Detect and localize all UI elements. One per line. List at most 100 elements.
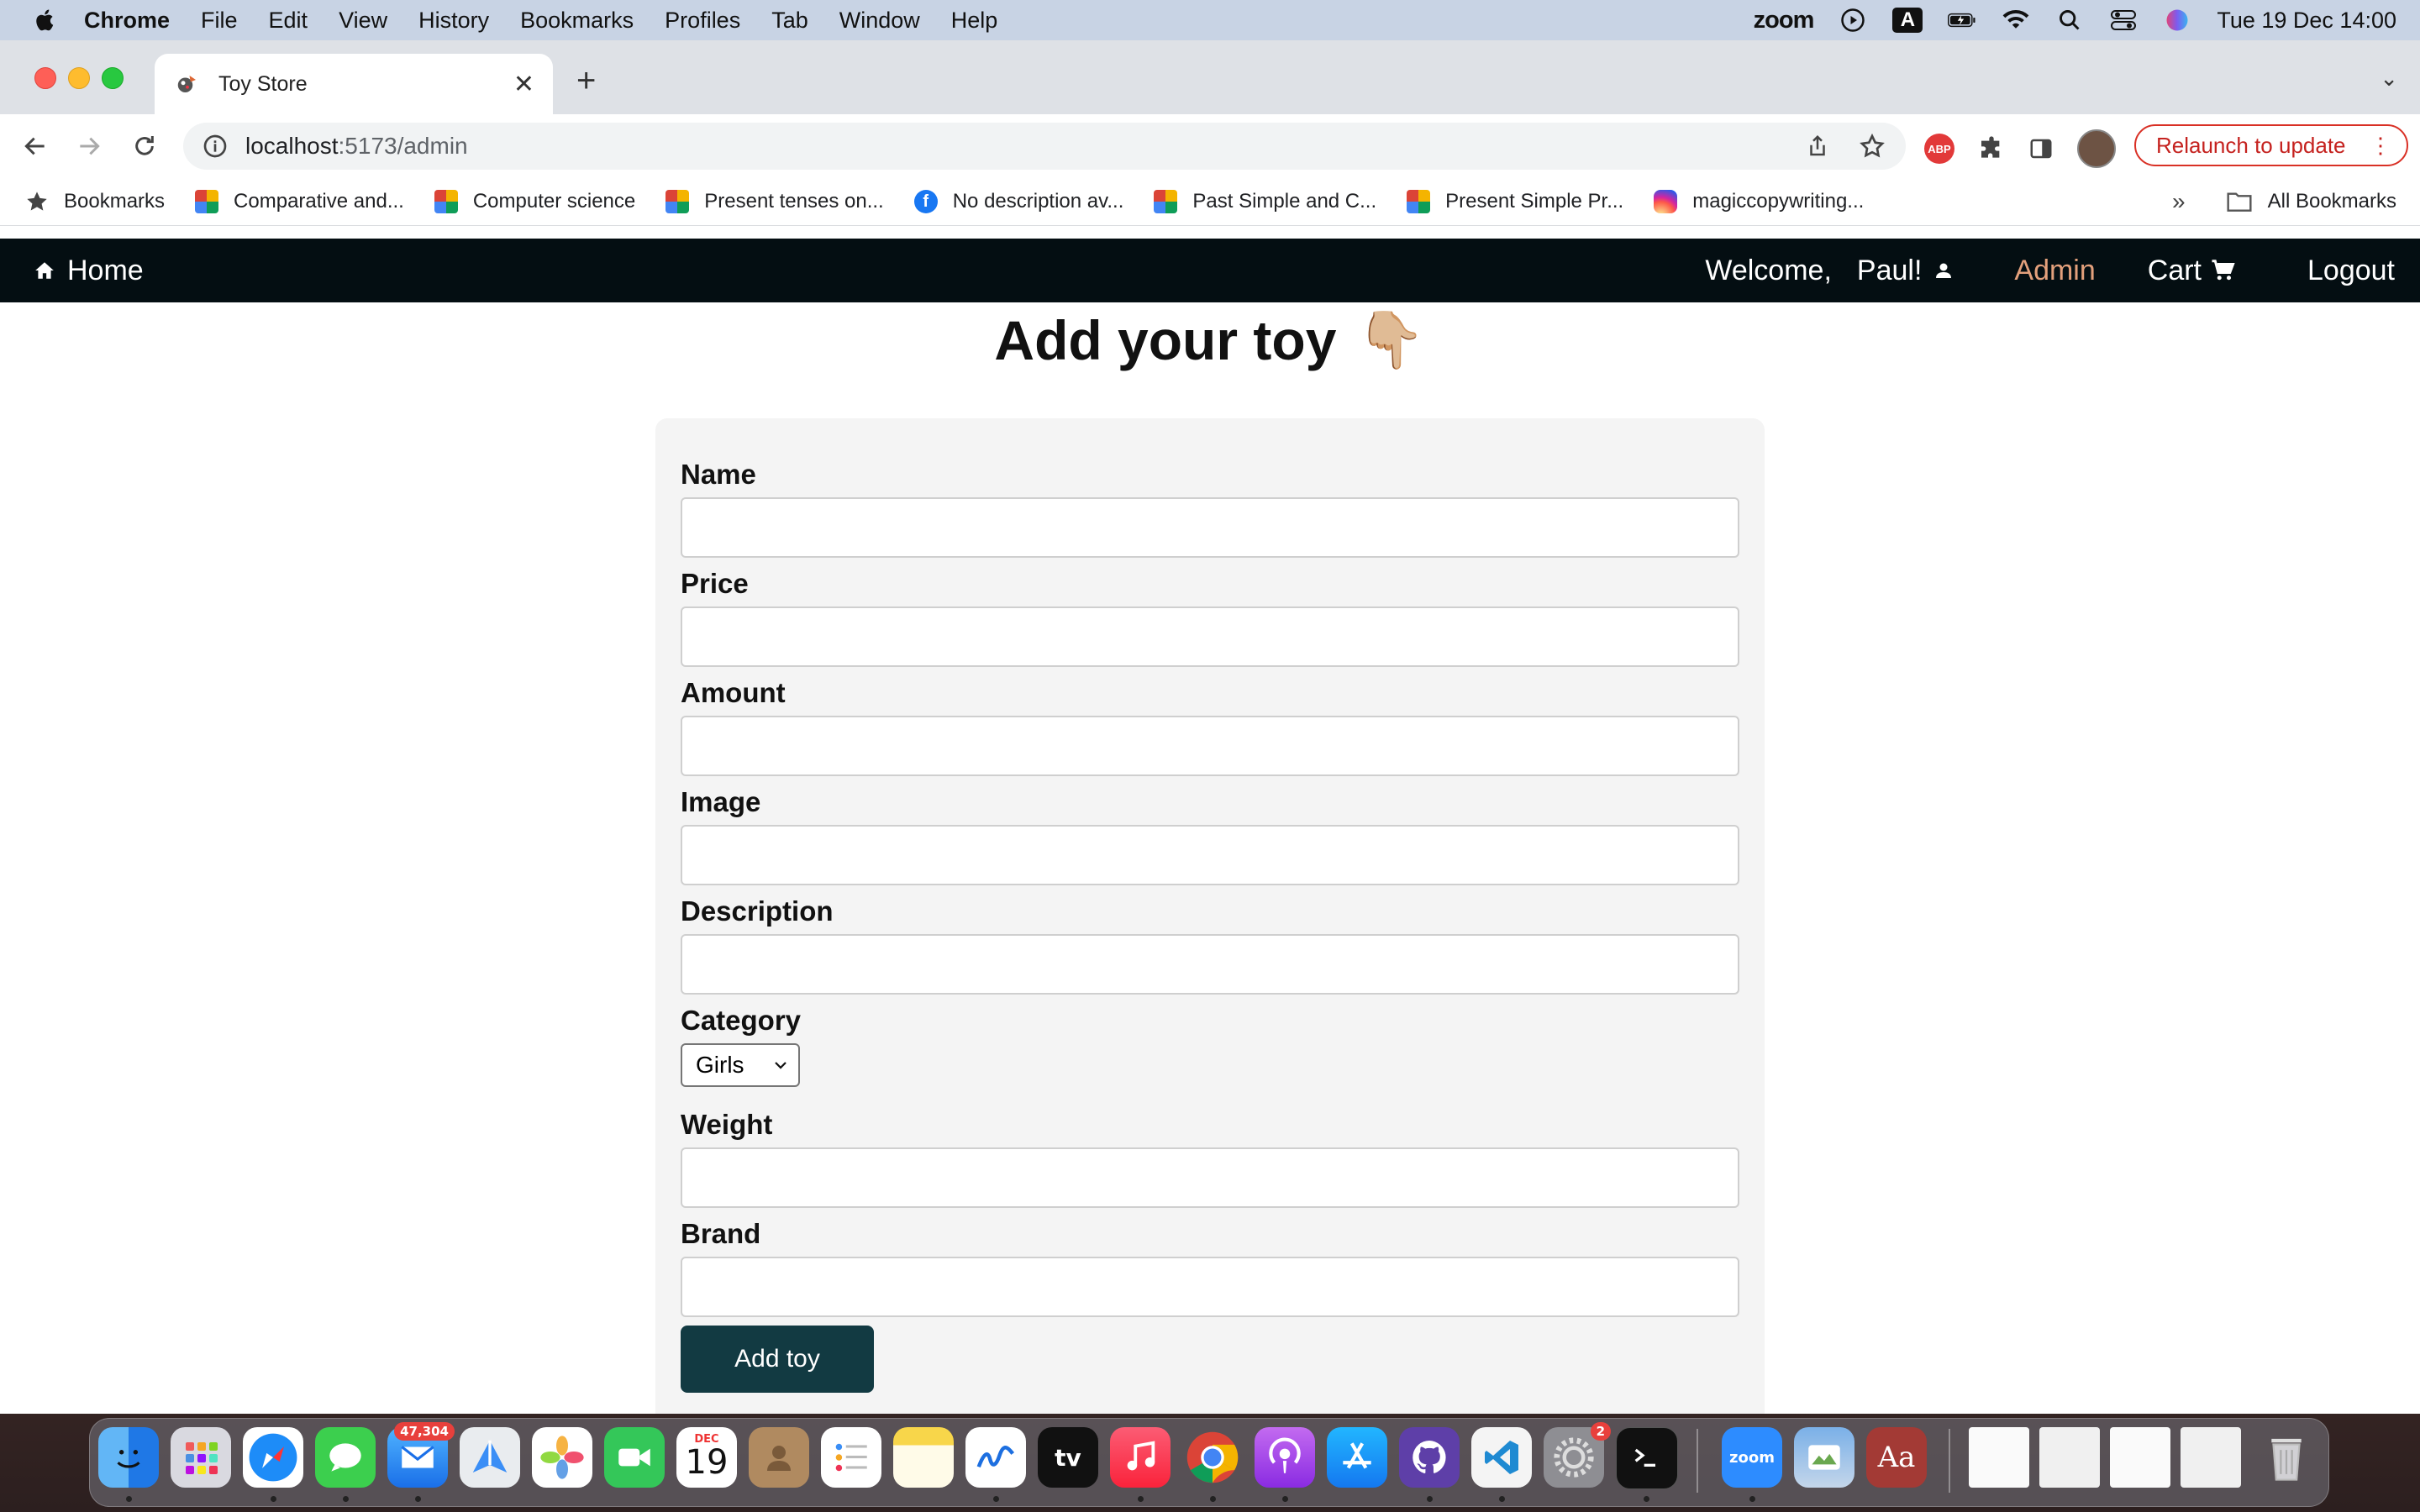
window-zoom-button[interactable] (102, 67, 124, 89)
reload-icon[interactable] (128, 129, 161, 163)
all-bookmarks-button[interactable]: All Bookmarks (2226, 190, 2396, 213)
trash-icon[interactable] (2256, 1427, 2317, 1488)
menu-view[interactable]: View (339, 8, 387, 34)
app-store-icon[interactable] (1327, 1427, 1387, 1488)
menu-history[interactable]: History (418, 8, 489, 34)
tab-close-icon[interactable]: ✕ (513, 70, 534, 99)
system-settings-icon[interactable]: 2 (1544, 1422, 1611, 1488)
category-select[interactable]: Girls (681, 1043, 800, 1087)
launchpad-icon[interactable] (171, 1427, 231, 1488)
menu-tab[interactable]: Tab (771, 8, 808, 34)
menu-window[interactable]: Window (839, 8, 920, 34)
menu-app-name[interactable]: Chrome (84, 8, 170, 34)
bookmark-item[interactable]: Comparative and... (195, 190, 404, 213)
bookmark-item[interactable]: Computer science (434, 190, 635, 213)
more-bookmarks-button[interactable]: » (2172, 188, 2186, 215)
dictionary-icon[interactable]: Aa (1866, 1427, 1927, 1488)
wifi-icon[interactable] (2002, 8, 2030, 33)
input-source-icon[interactable]: A (1892, 8, 1923, 33)
bookmark-item[interactable]: Present Simple Pr... (1407, 190, 1623, 213)
github-desktop-icon[interactable] (1399, 1427, 1460, 1488)
profile-avatar[interactable] (2077, 129, 2116, 168)
freeform-icon[interactable] (965, 1427, 1026, 1488)
running-indicator (271, 1496, 276, 1502)
bookmark-item[interactable]: Present tenses on... (666, 190, 884, 213)
notes-icon[interactable] (893, 1427, 954, 1488)
new-tab-icon[interactable]: + (576, 62, 596, 100)
minimized-window-thumbnail[interactable] (2110, 1427, 2170, 1488)
window-minimize-button[interactable] (68, 67, 90, 89)
bookmark-item[interactable]: f No description av... (913, 190, 1123, 213)
side-panel-icon[interactable] (2028, 136, 2054, 161)
mail-icon[interactable]: 47,304 (387, 1422, 455, 1488)
zoom-status-item[interactable]: zoom (1754, 7, 1815, 34)
apple-tv-icon[interactable]: tv (1038, 1427, 1098, 1488)
spotlight-search-icon[interactable] (2055, 8, 2084, 33)
tab-strip: Toy Store ✕ + ⌄ (0, 40, 2420, 114)
finder-icon[interactable] (98, 1427, 159, 1488)
bookmark-star-icon[interactable] (1859, 133, 1886, 160)
weight-field-group: Weight (681, 1109, 1739, 1208)
menu-bookmarks[interactable]: Bookmarks (520, 8, 634, 34)
apple-logo-icon[interactable] (32, 7, 59, 34)
browser-menu-kebab-icon[interactable]: ⋮ (2370, 133, 2391, 159)
nav-user-link[interactable]: Paul! (1857, 255, 1954, 287)
podcasts-icon[interactable] (1255, 1427, 1315, 1488)
music-icon[interactable] (1110, 1427, 1171, 1488)
nav-cart-link[interactable]: Cart (2148, 255, 2235, 287)
bookmark-item[interactable]: magiccopywriting... (1654, 190, 1864, 213)
site-info-icon[interactable] (202, 133, 229, 160)
back-arrow-icon[interactable] (18, 129, 52, 163)
bookmark-item[interactable]: Past Simple and C... (1154, 190, 1376, 213)
menu-help[interactable]: Help (951, 8, 998, 34)
photos-icon[interactable] (532, 1427, 592, 1488)
menu-edit[interactable]: Edit (269, 8, 308, 34)
menu-file[interactable]: File (201, 8, 238, 34)
brand-input[interactable] (681, 1257, 1739, 1317)
tab-toy-store[interactable]: Toy Store ✕ (155, 54, 553, 114)
zoom-app-icon[interactable]: zoom (1722, 1427, 1782, 1488)
nav-home-link[interactable]: Home (34, 255, 144, 287)
vscode-icon[interactable] (1471, 1427, 1532, 1488)
maps-icon[interactable] (460, 1427, 520, 1488)
weight-input[interactable] (681, 1147, 1739, 1208)
play-circle-icon[interactable] (1839, 8, 1867, 33)
calendar-icon[interactable]: DEC 19 (676, 1427, 737, 1488)
chrome-icon[interactable] (1182, 1427, 1243, 1488)
site-favicon-icon (177, 76, 196, 92)
window-close-button[interactable] (34, 67, 56, 89)
facetime-icon[interactable] (604, 1427, 665, 1488)
tab-search-chevron-icon[interactable]: ⌄ (2380, 66, 2398, 92)
amount-input[interactable] (681, 716, 1739, 776)
safari-icon[interactable] (243, 1427, 303, 1488)
adblock-plus-icon[interactable]: ABP (1924, 134, 1954, 164)
address-bar[interactable]: localhost:5173/admin (183, 123, 1906, 170)
name-input[interactable] (681, 497, 1739, 558)
contacts-icon[interactable] (749, 1427, 809, 1488)
image-input[interactable] (681, 825, 1739, 885)
description-input[interactable] (681, 934, 1739, 995)
price-input[interactable] (681, 606, 1739, 667)
relaunch-to-update-button[interactable]: Relaunch to update ⋮ (2134, 124, 2408, 166)
battery-charging-icon[interactable] (1948, 8, 1976, 33)
control-center-icon[interactable] (2109, 8, 2138, 33)
nav-logout-link[interactable]: Logout (2307, 255, 2395, 287)
bookmark-item[interactable]: Bookmarks (25, 190, 165, 213)
nav-cart-label: Cart (2147, 254, 2202, 286)
minimized-window-thumbnail[interactable] (1969, 1427, 2029, 1488)
siri-icon[interactable] (2163, 8, 2191, 33)
add-toy-button[interactable]: Add toy (681, 1326, 874, 1393)
extensions-puzzle-icon[interactable] (1978, 135, 2005, 162)
url-text[interactable]: localhost:5173/admin (245, 133, 1805, 160)
terminal-icon[interactable] (1616, 1427, 1678, 1489)
reminders-icon[interactable] (821, 1427, 881, 1488)
menu-bar-clock[interactable]: Tue 19 Dec 14:00 (2217, 8, 2396, 34)
minimized-window-thumbnail[interactable] (2181, 1427, 2241, 1488)
nav-admin-link[interactable]: Admin (2014, 255, 2095, 287)
messages-icon[interactable] (315, 1427, 376, 1488)
share-icon[interactable] (1805, 134, 1830, 159)
minimized-window-thumbnail[interactable] (2039, 1427, 2100, 1488)
menu-profiles[interactable]: Profiles (665, 8, 740, 34)
forward-arrow-icon[interactable] (72, 129, 106, 163)
preview-icon[interactable] (1794, 1427, 1854, 1488)
